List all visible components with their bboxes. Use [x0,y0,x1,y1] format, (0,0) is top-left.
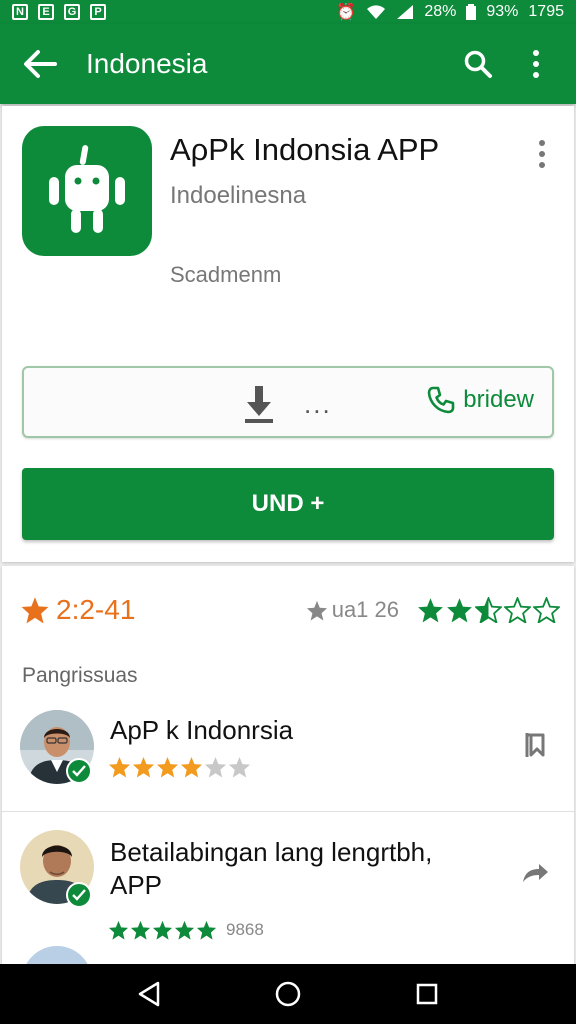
battery-percent: 28% [424,3,457,20]
bookmark-icon [525,733,545,757]
app-developer[interactable]: Indoelinesna [170,182,306,210]
app-name: AρPk Indonsia APP [170,132,440,167]
star-icon [21,597,49,624]
nav-back-button[interactable] [125,970,173,1018]
review-item[interactable]: ApP k Indonrsia [2,706,574,812]
verified-badge [66,882,92,908]
status-right: ⏰ 28% 93% 1795 [336,2,564,22]
star-filled-icon [152,920,173,940]
overflow-menu-button[interactable] [516,44,556,84]
app-details-card: AρPk Indonsia APP Indoelinesna Scadmenm … [2,106,574,562]
notification-icon-n: N [12,4,28,20]
app-bar: Indonesia [0,24,576,104]
review-stars [108,756,251,778]
share-button[interactable] [518,856,552,890]
status-bar: N E G P ⏰ 28% 93% 1795 [0,0,576,24]
download-button[interactable] [242,384,276,424]
arrow-back-icon [24,50,57,78]
star-empty-icon [533,597,560,623]
alarm-icon: ⏰ [336,4,357,21]
home-circle-icon [275,981,301,1007]
search-button[interactable] [458,44,498,84]
status-left: N E G P [12,4,106,20]
star-filled-icon [130,920,151,940]
search-icon [464,50,492,78]
card-menu-button[interactable] [528,134,556,174]
battery-icon [466,4,477,20]
star-filled-icon [156,756,179,778]
more-actions-button[interactable]: ... [304,391,332,417]
star-filled-icon [447,598,472,623]
notification-icon-p: P [90,4,106,20]
rating-count-group: ua1 26 [306,597,560,623]
robot-icon [49,145,125,233]
more-vert-icon [539,140,545,168]
app-icon [22,126,152,256]
nav-home-button[interactable] [264,970,312,1018]
share-icon [523,864,548,882]
bookmark-button[interactable] [518,728,552,762]
battery-percent-2: 93% [486,3,519,20]
rating-count: ua1 26 [331,597,399,622]
notification-icon-g: G [64,4,80,20]
check-icon [72,889,86,901]
star-half-icon [475,597,502,623]
star-filled-icon [180,756,203,778]
verified-badge [66,758,92,784]
star-filled-icon [174,920,195,940]
star-empty-icon [228,756,251,778]
star-filled-icon [108,756,131,778]
review-title: ApP k Indonrsia [110,715,294,745]
star-filled-icon [196,920,217,940]
call-button[interactable]: bridew [427,386,534,414]
star-filled-icon [108,920,129,940]
reviews-section-label: Pangrissuas [22,664,138,687]
back-button[interactable] [20,44,60,84]
more-vert-icon [533,50,539,78]
back-triangle-icon [139,981,160,1007]
review-item[interactable]: Betailabingan lanɡ lengrtbh, APP 9868 [2,828,574,964]
review-stars: 9868 [108,920,264,940]
star-empty-icon [204,756,227,778]
star-outline-icon [306,600,327,621]
reviews-card: 2:2-41 ua1 26 Pangrissuas ApP k Indonrsi… [2,566,574,964]
recents-square-icon [416,983,437,1005]
system-nav-bar [0,964,576,1024]
check-icon [72,765,86,777]
review-title: Betailabingan lanɡ lengrtbh, APP [110,837,433,900]
notification-icon-e: E [38,4,54,20]
call-button-label: bridew [463,386,534,413]
rating-summary: 2:2-41 ua1 26 [20,590,560,630]
clock: 1795 [528,3,564,20]
star-empty-icon [504,597,531,623]
rating-score-group: 2:2-41 [20,594,135,626]
page-title: Indonesia [86,48,208,79]
rating-score: 2:2-41 [56,594,136,625]
app-category[interactable]: Scadmenm [170,262,281,288]
download-icon [245,386,273,423]
signal-icon [397,5,414,19]
star-filled-icon [418,598,443,623]
action-bar: ... bridew [22,366,554,438]
wifi-icon [367,5,386,19]
review-count: 9868 [226,920,264,939]
install-button[interactable]: UND + [22,468,554,540]
phone-icon [427,386,455,414]
rating-stars [417,597,560,623]
star-filled-icon [132,756,155,778]
nav-recents-button[interactable] [403,970,451,1018]
